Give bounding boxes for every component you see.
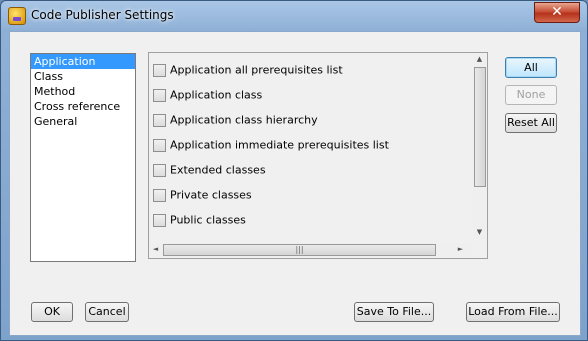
category-item-class[interactable]: Class xyxy=(31,69,135,84)
settings-window: Code Publisher Settings ✕ Application Cl… xyxy=(0,0,588,341)
option-label: Application class hierarchy xyxy=(170,113,318,127)
app-icon xyxy=(8,7,26,25)
vertical-scrollbar[interactable]: ▲ ▼ xyxy=(473,53,486,239)
option-row[interactable]: Private classes xyxy=(153,188,252,204)
option-label: Application class xyxy=(170,88,263,102)
option-label: Public classes xyxy=(170,213,246,227)
option-row[interactable]: Application class hierarchy xyxy=(153,113,318,129)
vertical-scroll-thumb[interactable] xyxy=(474,67,486,187)
option-label: Application immediate prerequisites list xyxy=(170,138,389,152)
option-label: Private classes xyxy=(170,188,252,202)
dialog-body: Application Class Method Cross reference… xyxy=(9,31,581,336)
select-none-button[interactable]: None xyxy=(505,85,557,105)
option-checkbox[interactable] xyxy=(153,113,166,127)
option-row[interactable]: Public classes xyxy=(153,213,246,229)
option-checkbox[interactable] xyxy=(153,63,166,77)
scroll-left-icon[interactable]: ◄ xyxy=(149,243,162,256)
category-item-application[interactable]: Application xyxy=(31,54,135,69)
category-item-general[interactable]: General xyxy=(31,114,135,129)
option-checkbox[interactable] xyxy=(153,163,166,177)
close-button[interactable]: ✕ xyxy=(534,2,580,23)
load-from-file-button[interactable]: Load From File... xyxy=(466,302,560,322)
scroll-down-icon[interactable]: ▼ xyxy=(473,226,486,239)
option-row[interactable]: Application all prerequisites list xyxy=(153,63,343,79)
category-list[interactable]: Application Class Method Cross reference… xyxy=(30,53,136,262)
reset-all-button[interactable]: Reset All xyxy=(505,113,557,133)
horizontal-scroll-thumb[interactable]: ||| xyxy=(163,244,436,256)
options-pane: Application all prerequisites list Appli… xyxy=(148,52,488,259)
option-checkbox[interactable] xyxy=(153,188,166,202)
category-item-cross-reference[interactable]: Cross reference xyxy=(31,99,135,114)
option-row[interactable]: Application class xyxy=(153,88,262,104)
window-title: Code Publisher Settings xyxy=(31,8,174,22)
option-row[interactable]: Extended classes xyxy=(153,163,266,179)
option-checkbox[interactable] xyxy=(153,88,166,102)
option-row[interactable]: Application immediate prerequisites list xyxy=(153,138,389,154)
ok-button[interactable]: OK xyxy=(31,302,73,322)
option-label: Application all prerequisites list xyxy=(170,63,343,77)
category-item-method[interactable]: Method xyxy=(31,84,135,99)
scroll-up-icon[interactable]: ▲ xyxy=(473,53,486,66)
option-checkbox[interactable] xyxy=(153,138,166,152)
scroll-right-icon[interactable]: ► xyxy=(454,243,467,256)
horizontal-scrollbar[interactable]: ◄ ||| ► xyxy=(149,243,473,256)
title-bar[interactable]: Code Publisher Settings ✕ xyxy=(1,1,587,30)
save-to-file-button[interactable]: Save To File... xyxy=(354,302,434,322)
option-checkbox[interactable] xyxy=(153,213,166,227)
cancel-button[interactable]: Cancel xyxy=(85,302,129,322)
select-all-button[interactable]: All xyxy=(505,57,557,78)
option-label: Extended classes xyxy=(170,163,266,177)
